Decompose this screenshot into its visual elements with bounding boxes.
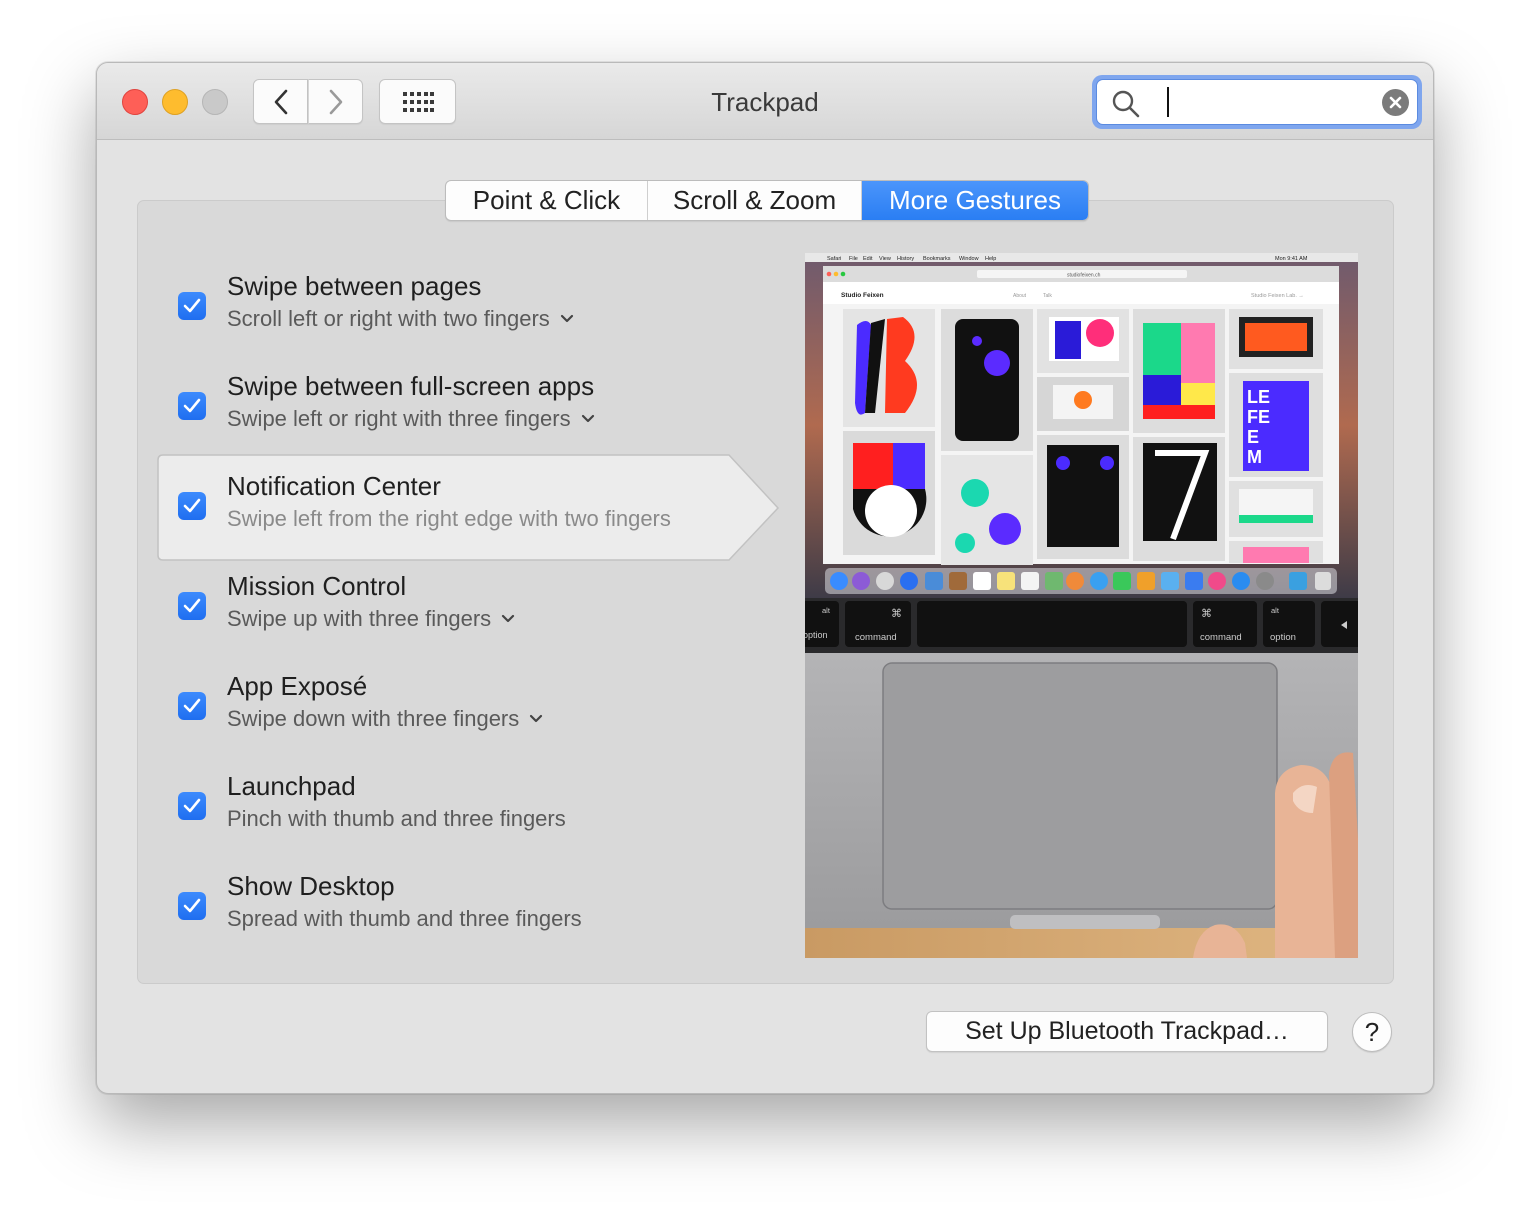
gesture-option-menu[interactable]: Scroll left or right with two fingers [227,306,574,332]
gesture-description: Swipe left or right with three fingers [227,406,571,431]
gesture-description: Swipe up with three fingers [227,606,492,631]
svg-text:E: E [1247,427,1259,447]
trackpad-surface [882,662,1278,910]
gesture-row-mission-control[interactable]: Mission Control Swipe up with three fing… [157,555,797,655]
gesture-row-notification-center[interactable]: Notification Center Swipe left from the … [157,455,797,555]
tab-scroll-and-zoom[interactable]: Scroll & Zoom [648,181,862,220]
safari-menu-item: Help [985,256,996,262]
svg-text:LE: LE [1247,387,1270,407]
clear-search-button[interactable] [1382,89,1409,116]
tab-bar: Point & Click Scroll & Zoom More Gesture… [445,180,1089,221]
search-field[interactable] [1096,79,1418,125]
chevron-down-icon [502,614,515,623]
key-command-right: command [1200,632,1242,643]
keyboard-keys: alt option ⌘ command ⌘ command alt optio… [805,601,1358,647]
trackpad-preferences-window: Trackpad Point & Click Scroll & Zoom Mor… [96,62,1434,1094]
close-icon [1389,96,1402,109]
site-name: Studio Feixen [841,292,884,299]
safari-menu-item: View [879,256,891,262]
key-cmd-symbol-left: ⌘ [891,608,902,620]
key-command-left: command [855,632,897,643]
show-desktop-checkbox[interactable] [178,892,206,920]
checkmark-icon [183,698,201,713]
gesture-description: Swipe left from the right edge with two … [227,506,671,531]
gesture-option-menu[interactable]: Swipe left or right with three fingers [227,406,595,432]
safari-menu-item: Window [959,256,979,262]
chevron-down-icon [530,714,543,723]
gesture-option-menu[interactable]: Swipe down with three fingers [227,706,543,732]
key-alt-right: alt [1271,606,1280,615]
help-button[interactable]: ? [1352,1012,1392,1052]
svg-text:M: M [1247,447,1262,467]
safari-menu-item: File [849,256,858,262]
gesture-title: App Exposé [227,671,368,701]
checkmark-icon [183,898,201,913]
checkmark-icon [183,598,201,613]
chevron-down-icon [560,314,573,323]
title-bar: Trackpad [97,63,1433,140]
chevron-down-icon [581,414,594,423]
gesture-title: Show Desktop [227,871,395,901]
key-cmd-symbol-right: ⌘ [1201,608,1212,620]
checkmark-icon [183,398,201,413]
gesture-description: Swipe down with three fingers [227,706,520,731]
swipe-between-apps-checkbox[interactable] [178,392,206,420]
gesture-row-swipe-between-full-screen-apps[interactable]: Swipe between full-screen apps Swipe lef… [157,355,797,455]
checkmark-icon [183,298,201,313]
gesture-row-swipe-between-pages[interactable]: Swipe between pages Scroll left or right… [157,255,797,355]
tab-point-and-click[interactable]: Point & Click [446,181,648,220]
gesture-preview-video: Safari File Edit View History Bookmarks … [805,253,1358,958]
tab-more-gestures[interactable]: More Gestures [862,181,1088,220]
site-nav-item: About [1013,293,1027,299]
mission-control-checkbox[interactable] [178,592,206,620]
gesture-title: Notification Center [227,471,441,501]
launchpad-checkbox[interactable] [178,792,206,820]
gesture-description: Scroll left or right with two fingers [227,306,550,331]
checkmark-icon [183,798,201,813]
set-up-bluetooth-trackpad-button[interactable]: Set Up Bluetooth Trackpad… [926,1011,1328,1052]
key-option-right: option [1270,632,1296,643]
checkmark-icon [183,498,201,513]
safari-menu-item: History [897,256,914,262]
gesture-title: Swipe between pages [227,271,482,301]
app-expose-checkbox[interactable] [178,692,206,720]
site-nav-item: Talk [1043,293,1052,299]
gesture-preview-illustration: Safari File Edit View History Bookmarks … [805,253,1358,958]
poster-grid: LEFEEM [843,309,1323,565]
search-field-focus-ring [1092,75,1422,129]
safari-menu-item: Bookmarks [923,256,951,262]
notification-center-checkbox[interactable] [178,492,206,520]
gesture-row-show-desktop[interactable]: Show Desktop Spread with thumb and three… [157,855,797,955]
menu-clock: Mon 9:41 AM [1275,256,1308,262]
gesture-title: Swipe between full-screen apps [227,371,595,401]
text-caret [1167,87,1169,117]
svg-text:FE: FE [1247,407,1270,427]
gesture-row-app-expose[interactable]: App Exposé Swipe down with three fingers [157,655,797,755]
gesture-row-launchpad[interactable]: Launchpad Pinch with thumb and three fin… [157,755,797,855]
key-alt-left: alt [822,606,831,615]
gesture-description: Spread with thumb and three fingers [227,906,582,931]
swipe-between-pages-checkbox[interactable] [178,292,206,320]
safari-menu-item: Edit [863,256,873,262]
key-option-left: option [805,630,828,640]
gesture-option-menu[interactable]: Swipe up with three fingers [227,606,515,632]
search-icon [1112,90,1140,118]
gesture-description: Pinch with thumb and three fingers [227,806,566,831]
gesture-title: Mission Control [227,571,407,601]
gesture-title: Launchpad [227,771,356,801]
site-link: Studio Feixen Lab. → [1251,293,1304,299]
safari-url: studiofeixen.ch [1067,273,1101,279]
safari-menu-item: Safari [827,256,841,262]
search-input[interactable] [1163,86,1363,118]
